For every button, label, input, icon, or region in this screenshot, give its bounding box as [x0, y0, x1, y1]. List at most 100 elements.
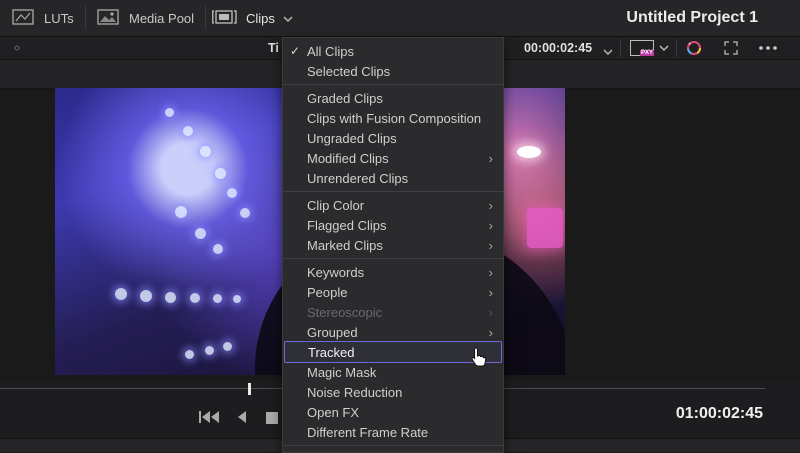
bokeh-light [213, 294, 222, 303]
menu-item-people[interactable]: People › [283, 282, 503, 302]
clips-dropdown[interactable]: Clips [212, 0, 293, 36]
bokeh-light [223, 342, 232, 351]
luts-label: LUTs [44, 10, 74, 26]
bokeh-light [213, 244, 223, 254]
playhead[interactable] [248, 383, 251, 395]
viewer-timecode[interactable]: 00:00:02:45 [524, 37, 592, 59]
bokeh-light [185, 350, 194, 359]
chevron-right-icon: › [488, 197, 493, 213]
top-toolbar: LUTs Media Pool Clips Untitled Project 1 [0, 0, 800, 37]
clips-filter-menu: ✓ All Clips Selected Clips Graded Clips … [282, 37, 504, 453]
menu-separator [283, 191, 503, 192]
menu-item-different-frame-rate[interactable]: Different Frame Rate [283, 422, 503, 442]
bokeh-light [195, 228, 206, 239]
menu-item-ungraded-clips[interactable]: Ungraded Clips [283, 128, 503, 148]
menu-item-magic-mask[interactable]: Magic Mask [283, 362, 503, 382]
bokeh-light [190, 293, 200, 303]
checkmark-icon: ✓ [290, 44, 301, 58]
menu-item-graded-clips[interactable]: Graded Clips [283, 88, 503, 108]
menu-separator [283, 445, 503, 446]
fullscreen-icon[interactable] [724, 39, 738, 57]
bokeh-light [140, 290, 152, 302]
bokeh-light [215, 168, 226, 179]
menu-item-label: Open FX [307, 404, 360, 420]
proxy-button[interactable]: PXY [630, 39, 669, 57]
media-pool-button[interactable]: Media Pool [97, 0, 194, 36]
menu-item-fusion-clips[interactable]: Clips with Fusion Composition [283, 108, 503, 128]
menu-item-label: Ungraded Clips [307, 130, 397, 146]
toolbar-divider [620, 39, 621, 57]
menu-item-label: Noise Reduction [307, 384, 403, 400]
menu-item-label: Marked Clips [307, 237, 383, 253]
chevron-right-icon: › [488, 304, 493, 320]
menu-item-keywords[interactable]: Keywords › [283, 262, 503, 282]
menu-item-selected-clips[interactable]: Selected Clips [283, 61, 503, 81]
menu-item-label: Selected Clips [307, 63, 391, 79]
menu-item-label: All Clips [307, 43, 354, 59]
chevron-down-icon [283, 11, 293, 26]
menu-item-label: Grouped [307, 324, 358, 340]
luts-button[interactable]: LUTs [12, 0, 74, 36]
menu-item-label: Tracked [308, 344, 355, 360]
bokeh-light [115, 288, 127, 300]
toolbar-divider [205, 6, 206, 30]
menu-item-label: Keywords [307, 264, 365, 280]
media-pool-icon [97, 8, 119, 28]
project-title: Untitled Project 1 [626, 9, 758, 26]
menu-item-label: Magic Mask [307, 364, 377, 380]
timeline-name: Ti [268, 41, 279, 55]
menu-item-label: Clip Color [307, 197, 365, 213]
viewer-dot-icon [14, 39, 20, 57]
proxy-icon: PXY [630, 40, 654, 56]
menu-item-marked-clips[interactable]: Marked Clips › [283, 235, 503, 255]
bokeh-light [240, 208, 250, 218]
menu-item-tracked[interactable]: Tracked [284, 341, 502, 367]
chevron-right-icon: › [488, 150, 493, 166]
menu-item-stereoscopic: Stereoscopic › [283, 302, 503, 322]
play-reverse-icon[interactable] [236, 410, 248, 429]
bokeh-light [205, 346, 214, 355]
bokeh-light [165, 292, 176, 303]
menu-item-label: Flagged Clips [307, 217, 387, 233]
more-icon[interactable] [758, 39, 778, 57]
chevron-right-icon: › [488, 324, 493, 340]
menu-item-label: Graded Clips [307, 90, 383, 106]
menu-item-label: People [307, 284, 348, 300]
bokeh-light [227, 188, 237, 198]
media-pool-label: Media Pool [129, 10, 195, 26]
menu-item-label: Clips with Fusion Composition [307, 110, 482, 126]
menu-item-label: Different Frame Rate [307, 424, 429, 440]
chevron-down-icon[interactable] [603, 43, 613, 61]
menu-item-flagged-clips[interactable]: Flagged Clips › [283, 215, 503, 235]
toolbar-divider [85, 6, 86, 30]
bokeh-light [200, 146, 211, 157]
menu-item-clip-color[interactable]: Clip Color › [283, 195, 503, 215]
chevron-right-icon: › [488, 237, 493, 253]
menu-item-open-fx[interactable]: Open FX [283, 402, 503, 422]
bokeh-light [183, 126, 193, 136]
bokeh-light [175, 206, 187, 218]
skip-back-icon[interactable] [198, 410, 220, 429]
menu-separator [283, 258, 503, 259]
chevron-right-icon: › [488, 284, 493, 300]
menu-item-unrendered-clips[interactable]: Unrendered Clips [283, 168, 503, 188]
stop-icon[interactable] [266, 411, 278, 429]
clips-icon [212, 9, 238, 28]
clips-label: Clips [246, 10, 275, 26]
menu-item-modified-clips[interactable]: Modified Clips › [283, 148, 503, 168]
toolbar-divider [676, 39, 677, 57]
chevron-right-icon: › [488, 264, 493, 280]
chevron-right-icon: › [488, 217, 493, 233]
chevron-down-icon [659, 45, 669, 51]
color-wheel-icon[interactable] [685, 39, 703, 57]
transport-timecode: 01:00:02:45 [675, 405, 763, 422]
luts-icon [12, 8, 34, 28]
menu-item-grouped[interactable]: Grouped › [283, 322, 503, 342]
menu-item-noise-reduction[interactable]: Noise Reduction [283, 382, 503, 402]
menu-item-label: Stereoscopic [307, 304, 383, 320]
menu-separator [283, 84, 503, 85]
bokeh-light [517, 146, 541, 158]
bokeh-light [233, 295, 241, 303]
menu-item-all-clips[interactable]: ✓ All Clips [283, 41, 503, 61]
menu-item-label: Unrendered Clips [307, 170, 409, 186]
